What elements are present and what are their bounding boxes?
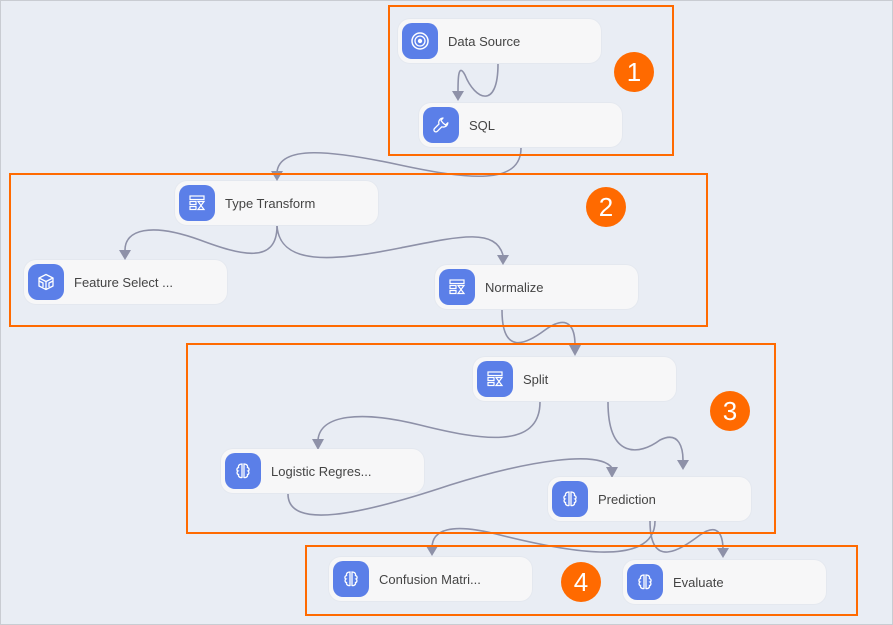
group-3-badge: 3 [710, 391, 750, 431]
group-1-badge: 1 [614, 52, 654, 92]
group-4-badge: 4 [561, 562, 601, 602]
group-2-badge: 2 [586, 187, 626, 227]
group-3-box [186, 343, 776, 534]
